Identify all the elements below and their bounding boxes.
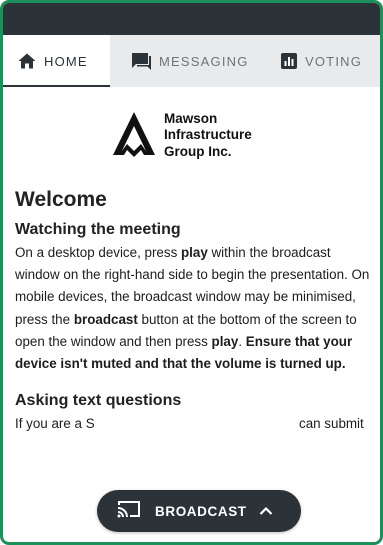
app-frame: HOME MESSAGING VOTING Mawson Infrastruct… bbox=[0, 0, 383, 545]
watching-paragraph: On a desktop device, press play within t… bbox=[15, 242, 370, 375]
tab-home-label: HOME bbox=[44, 53, 88, 69]
questions-heading: Asking text questions bbox=[15, 392, 182, 410]
questions-text-start: If you are a S bbox=[15, 416, 95, 432]
logo-line-3: Group Inc. bbox=[164, 143, 232, 159]
questions-text-end: can submit bbox=[299, 416, 364, 432]
broadcast-label: BROADCAST bbox=[155, 503, 247, 519]
logo-line-1: Mawson bbox=[164, 110, 218, 126]
watching-text-4: . bbox=[238, 333, 246, 349]
main-content: Welcome Watching the meeting On a deskto… bbox=[15, 187, 370, 435]
watching-bold-broadcast: broadcast bbox=[73, 311, 138, 327]
home-icon bbox=[18, 53, 36, 69]
watching-bold-play: play bbox=[180, 245, 208, 260]
tab-home[interactable]: HOME bbox=[3, 35, 110, 87]
watching-bold-play-2: play bbox=[211, 333, 239, 349]
chevron-up-icon bbox=[259, 506, 273, 516]
broadcast-button[interactable]: BROADCAST bbox=[97, 490, 301, 532]
cast-icon bbox=[117, 500, 141, 523]
tab-voting-label: VOTING bbox=[305, 53, 363, 69]
logo-text: Mawson Infrastructure Group Inc. bbox=[164, 111, 252, 161]
company-logo: Mawson Infrastructure Group Inc. bbox=[111, 109, 252, 162]
watching-heading: Watching the meeting bbox=[15, 221, 181, 238]
tab-messaging[interactable]: MESSAGING bbox=[110, 35, 267, 87]
top-bar bbox=[3, 3, 380, 35]
logo-line-2: Infrastructure bbox=[164, 127, 252, 143]
welcome-heading: Welcome bbox=[15, 188, 107, 211]
mawson-mark-icon bbox=[111, 109, 157, 162]
watching-text-1: On a desktop device, press bbox=[15, 245, 181, 260]
tab-bar: HOME MESSAGING VOTING bbox=[3, 35, 380, 87]
tab-voting[interactable]: VOTING bbox=[267, 35, 380, 87]
tab-messaging-label: MESSAGING bbox=[159, 53, 249, 69]
voting-icon bbox=[281, 53, 297, 69]
messaging-icon bbox=[132, 52, 151, 70]
questions-paragraph: If you are a S can submit bbox=[15, 413, 370, 435]
